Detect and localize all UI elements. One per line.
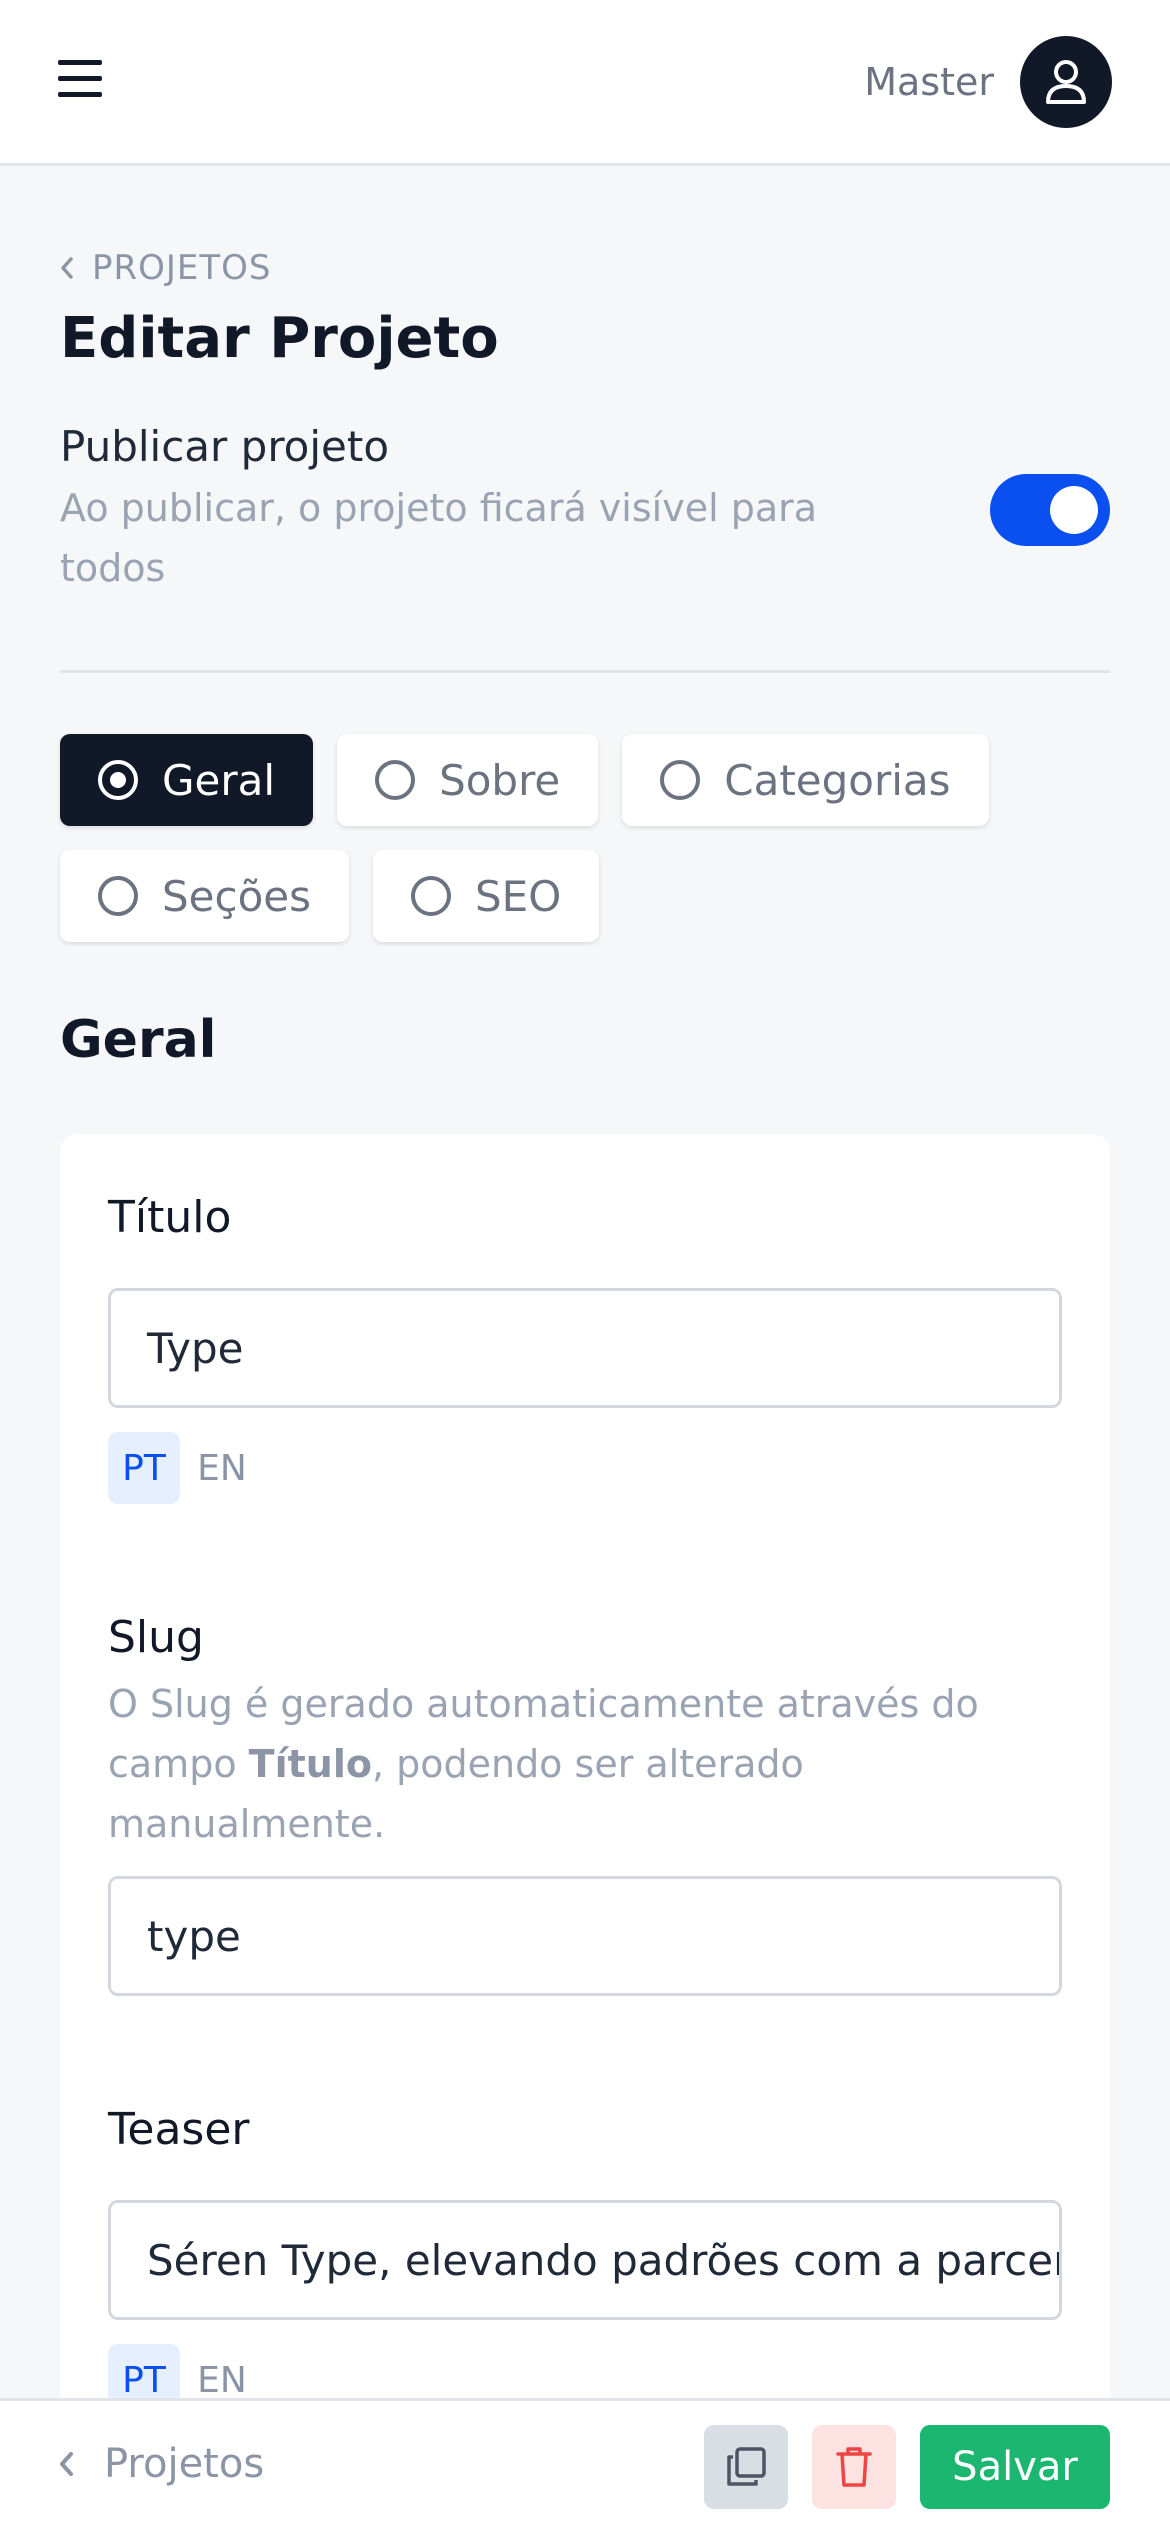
titulo-language-switcher: PT EN xyxy=(108,1432,258,1504)
breadcrumb-link[interactable]: PROJETOS xyxy=(92,248,272,288)
radio-icon xyxy=(411,876,452,916)
back-button[interactable]: Projetos xyxy=(58,2441,264,2487)
duplicate-button[interactable] xyxy=(704,2425,788,2509)
bottom-action-bar: Projetos Salvar xyxy=(0,2398,1170,2532)
menu-icon[interactable] xyxy=(58,60,104,100)
delete-button[interactable] xyxy=(812,2425,896,2509)
user-name: Master xyxy=(864,60,994,104)
back-label: Projetos xyxy=(104,2441,265,2487)
publish-description: Ao publicar, o projeto ficará visível pa… xyxy=(60,486,818,590)
tab-label: Geral xyxy=(162,755,276,805)
section-title: Geral xyxy=(60,1010,217,1070)
slug-help-bold: Título xyxy=(248,1742,372,1786)
publish-toggle[interactable] xyxy=(990,474,1110,546)
chevron-left-icon xyxy=(60,2452,73,2476)
radio-selected-icon xyxy=(98,760,138,800)
tab-seo[interactable]: SEO xyxy=(373,850,600,942)
toggle-knob xyxy=(1050,486,1098,534)
slug-label: Slug xyxy=(108,1612,204,1663)
divider xyxy=(60,670,1110,673)
titulo-label: Título xyxy=(108,1192,232,1243)
tab-secoes[interactable]: Seções xyxy=(60,850,350,942)
tab-geral[interactable]: Geral xyxy=(60,734,314,826)
tab-label: Sobre xyxy=(439,755,561,805)
tab-label: Categorias xyxy=(724,755,951,805)
radio-icon xyxy=(660,760,701,800)
teaser-input[interactable]: Séren Type, elevando padrões com a parce… xyxy=(108,2200,1062,2320)
teaser-label: Teaser xyxy=(108,2104,250,2155)
slug-input[interactable]: type xyxy=(108,1876,1062,1996)
radio-icon xyxy=(375,760,416,800)
top-app-bar: Master xyxy=(0,0,1170,166)
slug-help-text: O Slug é gerado automaticamente através … xyxy=(108,1674,1048,1854)
user-icon xyxy=(1046,60,1086,104)
save-button[interactable]: Salvar xyxy=(920,2425,1110,2509)
avatar[interactable] xyxy=(1020,36,1112,128)
lang-en-button[interactable]: EN xyxy=(186,1432,258,1504)
form-card: Título Type PT EN Slug O Slug é gerado a… xyxy=(60,1134,1110,2434)
tab-categorias[interactable]: Categorias xyxy=(622,734,989,826)
copy-icon xyxy=(727,2447,766,2486)
tab-label: SEO xyxy=(475,871,562,921)
titulo-input[interactable]: Type xyxy=(108,1288,1062,1408)
lang-pt-button[interactable]: PT xyxy=(108,1432,180,1504)
tab-group: Geral Sobre Categorias Seções SEO xyxy=(60,734,1120,942)
page-title: Editar Projeto xyxy=(60,306,499,371)
breadcrumb[interactable]: PROJETOS xyxy=(60,248,272,288)
trash-icon xyxy=(836,2447,872,2487)
publish-title: Publicar projeto xyxy=(60,422,390,471)
tab-sobre[interactable]: Sobre xyxy=(337,734,599,826)
radio-icon xyxy=(98,876,138,916)
tab-label: Seções xyxy=(162,871,312,921)
chevron-left-icon xyxy=(61,257,73,279)
